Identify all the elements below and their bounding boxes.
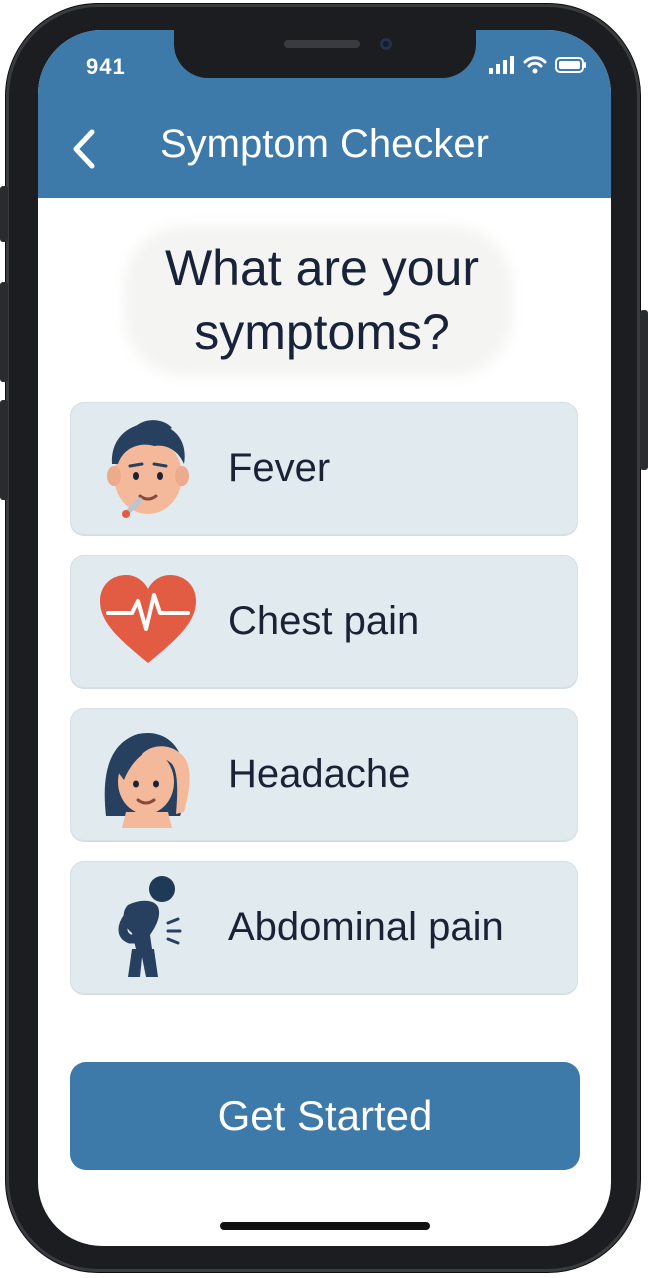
battery-icon [555, 57, 586, 73]
headache-woman-icon [104, 732, 190, 828]
question-line-1: What are your [164, 240, 479, 296]
heart-pulse-icon [100, 575, 196, 663]
earpiece [284, 40, 360, 48]
question-heading: What are your symptoms? [130, 236, 514, 376]
status-icons [489, 56, 587, 74]
get-started-button[interactable]: Get Started [70, 1062, 580, 1170]
wifi-icon [523, 56, 547, 74]
fever-face-icon [107, 420, 189, 518]
notch [174, 30, 476, 78]
symptom-card-chest-pain[interactable]: Chest pain [70, 555, 578, 688]
symptom-label: Abdominal pain [228, 905, 504, 949]
side-button-volume-down [0, 400, 8, 500]
front-camera [380, 38, 392, 50]
screen: 941 Symptom Checker What are your sympto… [38, 30, 611, 1246]
question-line-2: symptoms? [194, 304, 450, 360]
home-indicator[interactable] [220, 1222, 430, 1230]
app-header: 941 Symptom Checker [38, 30, 611, 198]
symptom-card-headache[interactable]: Headache [70, 708, 578, 841]
abdominal-pain-person-icon [118, 876, 182, 977]
symptom-label: Chest pain [228, 599, 420, 643]
status-time: 941 [86, 54, 126, 79]
side-button-volume-up [0, 282, 8, 382]
side-button-mute [0, 186, 8, 242]
symptom-label: Fever [228, 446, 331, 490]
symptom-card-fever[interactable]: Fever [70, 402, 578, 535]
signal-icon [489, 56, 514, 74]
symptom-card-abdominal-pain[interactable]: Abdominal pain [70, 861, 578, 994]
symptom-label: Headache [228, 752, 411, 796]
page-title: Symptom Checker [160, 122, 489, 166]
side-button-power [640, 310, 648, 470]
